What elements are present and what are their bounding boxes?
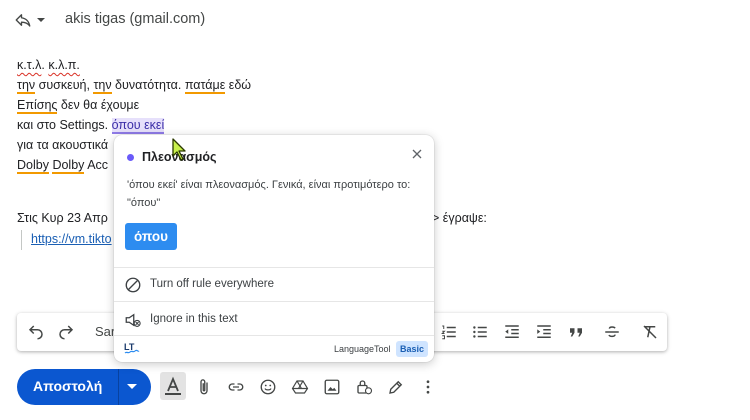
grammar-issue[interactable]: πατάμε: [184, 78, 226, 94]
grammar-issue[interactable]: την: [93, 78, 112, 94]
style-issue-highlight[interactable]: όπου εκεί: [111, 118, 165, 134]
strikethrough-icon: [605, 326, 619, 338]
issue-message: 'όπου εκεί' είναι πλεονασμός. Γενικά, εί…: [127, 179, 411, 209]
mouse-cursor-icon: [172, 138, 186, 161]
quote-header: Στις Κυρ 23 Απρ: [17, 211, 108, 225]
body-line: και στο Settings. όπου εκεί: [17, 115, 251, 135]
more-vert-icon: [426, 380, 430, 394]
indent-more-icon: [537, 325, 551, 338]
divider: [114, 301, 434, 302]
attach-button[interactable]: [193, 376, 215, 398]
bulleted-list-icon: [473, 326, 487, 338]
font-family-select[interactable]: Sar: [95, 324, 115, 339]
numbered-list-button[interactable]: [438, 321, 460, 343]
grammar-issue[interactable]: Dolby: [17, 158, 49, 174]
quote-header-tail: > έγραψε:: [432, 211, 487, 225]
indent-less-icon: [505, 325, 519, 338]
redo-button[interactable]: [55, 321, 77, 343]
strikethrough-button[interactable]: [601, 321, 623, 343]
chevron-down-icon: [37, 18, 45, 22]
divider: [114, 267, 434, 268]
divider: [114, 335, 434, 336]
grammar-issue[interactable]: την: [17, 78, 36, 94]
drive-icon: [291, 380, 309, 394]
block-icon: [125, 277, 141, 293]
image-icon: [324, 379, 340, 395]
brand-label: LanguageTool: [334, 344, 391, 354]
close-icon: [412, 149, 422, 159]
undo-button[interactable]: [25, 321, 47, 343]
languagetool-logo-icon: LT: [124, 342, 140, 354]
link-icon: [228, 383, 244, 391]
emoji-icon: [260, 379, 276, 395]
remove-formatting-icon: [643, 325, 657, 339]
formatting-options-button[interactable]: [160, 372, 186, 400]
pen-icon: [389, 380, 403, 394]
schedule-send-dropdown-icon[interactable]: [127, 384, 137, 389]
text-segment: συσκευή,: [35, 78, 94, 92]
insert-link-button[interactable]: [225, 376, 247, 398]
body-line: Επίσης δεν θα έχουμε: [17, 95, 251, 115]
drive-button[interactable]: [289, 376, 311, 398]
quote-icon: [570, 328, 582, 337]
confidential-mode-button[interactable]: [353, 376, 375, 398]
quoted-link[interactable]: https://vm.tikto: [31, 232, 112, 246]
emoji-button[interactable]: [257, 376, 279, 398]
languagetool-popup: Πλεονασμός 'όπου εκεί' είναι πλεονασμός.…: [114, 135, 434, 362]
text-segment: και στο Settings.: [17, 118, 112, 132]
text-segment: για τα ακουστικά: [17, 138, 109, 152]
send-divider: [118, 369, 119, 405]
ignore-in-text-label: Ignore in this text: [150, 313, 238, 325]
svg-text:LT: LT: [124, 342, 135, 352]
indent-more-button[interactable]: [533, 321, 555, 343]
compose-header: akis tigas (gmail.com): [0, 0, 750, 40]
indent-less-button[interactable]: [501, 321, 523, 343]
insert-photo-button[interactable]: [321, 376, 343, 398]
quote-button[interactable]: [565, 321, 587, 343]
text-segment: δυνατότητα.: [111, 78, 185, 92]
numbered-list-icon: [441, 325, 456, 340]
more-options-button[interactable]: [417, 376, 439, 398]
text-segment: δεν θα έχουμε: [57, 98, 140, 112]
body-line: την συσκευή, την δυνατότητα. πατάμε εδώ: [17, 75, 251, 95]
text-segment: Acc: [84, 158, 109, 172]
body-line: κ.τ.λ. κ.λ.π.: [17, 55, 251, 75]
grammar-issue[interactable]: Dolby: [52, 158, 85, 174]
quote-bar: [21, 230, 22, 250]
recipient-field[interactable]: akis tigas (gmail.com): [65, 11, 205, 27]
paperclip-icon: [200, 379, 208, 395]
redo-icon: [59, 325, 74, 340]
spelling-error[interactable]: κ.τ.λ: [17, 58, 41, 72]
text-segment: εδώ: [225, 78, 252, 92]
reply-icon: [15, 14, 31, 27]
text-format-icon: [165, 376, 181, 395]
close-button[interactable]: [409, 146, 425, 162]
suggestion-button[interactable]: όπου: [125, 223, 177, 250]
reply-type-button[interactable]: [14, 8, 54, 32]
undo-icon: [28, 325, 43, 340]
signature-button[interactable]: [385, 376, 407, 398]
spelling-error[interactable]: κ.λ.π.: [48, 58, 80, 72]
ignore-icon: [125, 313, 141, 327]
ignore-in-text-button[interactable]: Ignore in this text: [114, 305, 434, 335]
remove-formatting-button[interactable]: [639, 321, 661, 343]
send-label: Αποστολή: [33, 378, 103, 394]
turn-off-rule-button[interactable]: Turn off rule everywhere: [114, 270, 434, 300]
lock-clock-icon: [357, 380, 373, 395]
turn-off-rule-label: Turn off rule everywhere: [150, 278, 275, 290]
plan-badge[interactable]: Basic: [396, 341, 429, 357]
bulleted-list-button[interactable]: [469, 321, 491, 343]
issue-category-dot: [127, 154, 134, 161]
send-button[interactable]: Αποστολή: [17, 369, 151, 405]
grammar-issue[interactable]: Επίσης: [17, 98, 58, 114]
